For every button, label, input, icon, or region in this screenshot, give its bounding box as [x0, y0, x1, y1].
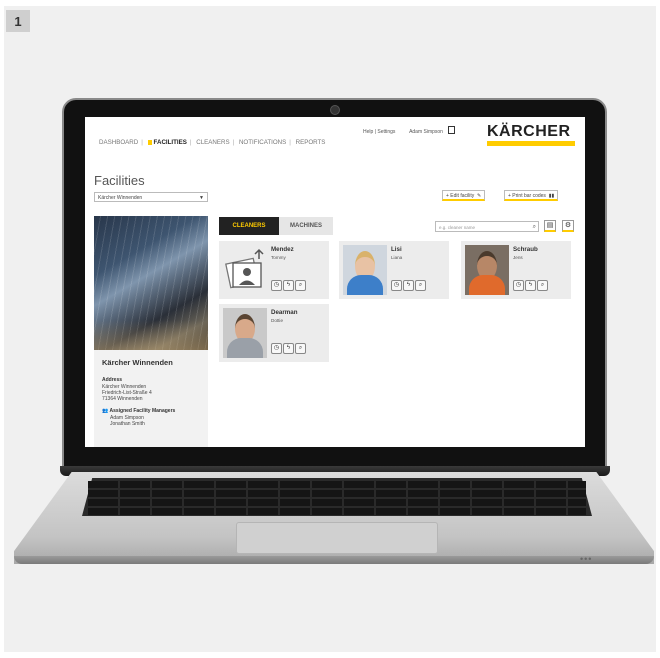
- keyboard-keys: [88, 481, 586, 515]
- cleaner-last-name: Dearman: [271, 309, 298, 316]
- clock-icon[interactable]: ◷: [271, 343, 282, 354]
- search-input[interactable]: e.g. cleaner name ⌕: [435, 221, 539, 232]
- cleaner-first-name: Tommy: [271, 255, 286, 260]
- logout-icon[interactable]: [448, 126, 456, 134]
- cleaner-card[interactable]: Schraub Jens ◷ ϟ ⌕: [461, 241, 571, 299]
- document-icon: ▤: [546, 222, 554, 229]
- magnifier-icon[interactable]: ⌕: [415, 280, 426, 291]
- nav-notifications[interactable]: NOTIFICATIONS: [239, 139, 286, 146]
- address-label: Address: [102, 377, 123, 383]
- user-name[interactable]: Adam Simpson: [409, 129, 443, 135]
- avatar: [223, 308, 267, 358]
- logo-underline: [487, 141, 575, 146]
- edit-facility-button[interactable]: + Edit facility ✎: [442, 190, 486, 201]
- tab-machines[interactable]: MACHINES: [279, 217, 333, 235]
- laptop-screen: Help | Settings Adam Simpson KÄRCHER DAS…: [85, 117, 585, 447]
- avatar: [465, 245, 509, 295]
- facility-name: Kärcher Winnenden: [102, 358, 173, 367]
- cleaner-card[interactable]: Mendez Tommy ◷ ϟ ⌕: [219, 241, 329, 299]
- cleaner-first-name: Jens: [513, 255, 523, 260]
- main-nav: DASHBOARD | FACILITIES | CLEANERS | NOTIFIC…: [99, 139, 326, 146]
- people-icon: 👥: [102, 408, 109, 414]
- cleaner-card[interactable]: Lisi Liana ◷ ϟ ⌕: [339, 241, 449, 299]
- facility-select[interactable]: Kärcher Winnenden ▼: [94, 192, 208, 202]
- trackpad: [236, 522, 438, 554]
- laptop-front-edge: [14, 556, 654, 564]
- user-bar: Help | Settings Adam Simpson: [363, 126, 456, 135]
- card-actions: ◷ ϟ ⌕: [391, 273, 427, 291]
- magnifier-icon[interactable]: ⌕: [295, 280, 306, 291]
- barcode-icon: ▮▮: [547, 193, 555, 199]
- page-title: Facilities: [94, 173, 145, 188]
- indicator-dots: •••: [580, 554, 593, 564]
- laptop-lid: Help | Settings Adam Simpson KÄRCHER DAS…: [62, 98, 607, 473]
- cleaner-first-name: Dottie: [271, 318, 284, 323]
- nav-dashboard[interactable]: DASHBOARD: [99, 139, 138, 146]
- tab-cleaners[interactable]: CLEANERS: [219, 217, 279, 235]
- export-button[interactable]: ▤: [544, 220, 556, 232]
- lightning-icon[interactable]: ϟ: [525, 280, 536, 291]
- settings-button[interactable]: ⚙: [562, 220, 574, 232]
- photo-placeholder-icon: [225, 248, 264, 289]
- cleaner-last-name: Mendez: [271, 246, 294, 253]
- cleaner-last-name: Schraub: [513, 246, 538, 253]
- cleaner-last-name: Lisi: [391, 246, 402, 253]
- lightning-icon[interactable]: ϟ: [283, 280, 294, 291]
- search-icon: ⌕: [532, 224, 536, 230]
- clock-icon[interactable]: ◷: [391, 280, 402, 291]
- print-barcodes-label: + Print bar codes: [508, 193, 546, 199]
- card-actions: ◷ ϟ ⌕: [513, 273, 549, 291]
- avatar: [343, 245, 387, 295]
- facility-photo: [94, 216, 208, 350]
- lightning-icon[interactable]: ϟ: [403, 280, 414, 291]
- nav-facilities[interactable]: FACILITIES: [148, 139, 187, 146]
- address-line: 71364 Winnenden: [102, 396, 143, 402]
- managers-label: 👥 Assigned Facility Managers: [102, 408, 176, 414]
- nav-cleaners[interactable]: CLEANERS: [196, 139, 229, 146]
- step-badge: 1: [6, 10, 30, 32]
- facility-select-value: Kärcher Winnenden: [98, 195, 143, 201]
- cleaner-card[interactable]: Dearman Dottie ◷ ϟ ⌕: [219, 304, 329, 362]
- gear-icon: ⚙: [564, 222, 572, 229]
- brand-logo: KÄRCHER: [487, 123, 571, 140]
- edit-facility-label: + Edit facility: [446, 193, 475, 199]
- card-actions: ◷ ϟ ⌕: [271, 336, 307, 354]
- cleaner-first-name: Liana: [391, 255, 403, 260]
- camera-icon: [330, 105, 340, 115]
- help-settings-link[interactable]: Help | Settings: [363, 129, 395, 135]
- clock-icon[interactable]: ◷: [513, 280, 524, 291]
- card-actions: ◷ ϟ ⌕: [271, 273, 307, 291]
- clock-icon[interactable]: ◷: [271, 280, 282, 291]
- chevron-down-icon: ▼: [199, 195, 204, 201]
- nav-reports[interactable]: REPORTS: [296, 139, 326, 146]
- pencil-icon: ✎: [475, 193, 482, 199]
- manager-name: Jonathan Smith: [110, 421, 145, 427]
- magnifier-icon[interactable]: ⌕: [537, 280, 548, 291]
- magnifier-icon[interactable]: ⌕: [295, 343, 306, 354]
- facility-info-panel: Kärcher Winnenden Address Kärcher Winnen…: [94, 350, 208, 447]
- lightning-icon[interactable]: ϟ: [283, 343, 294, 354]
- print-barcodes-button[interactable]: + Print bar codes ▮▮: [504, 190, 559, 201]
